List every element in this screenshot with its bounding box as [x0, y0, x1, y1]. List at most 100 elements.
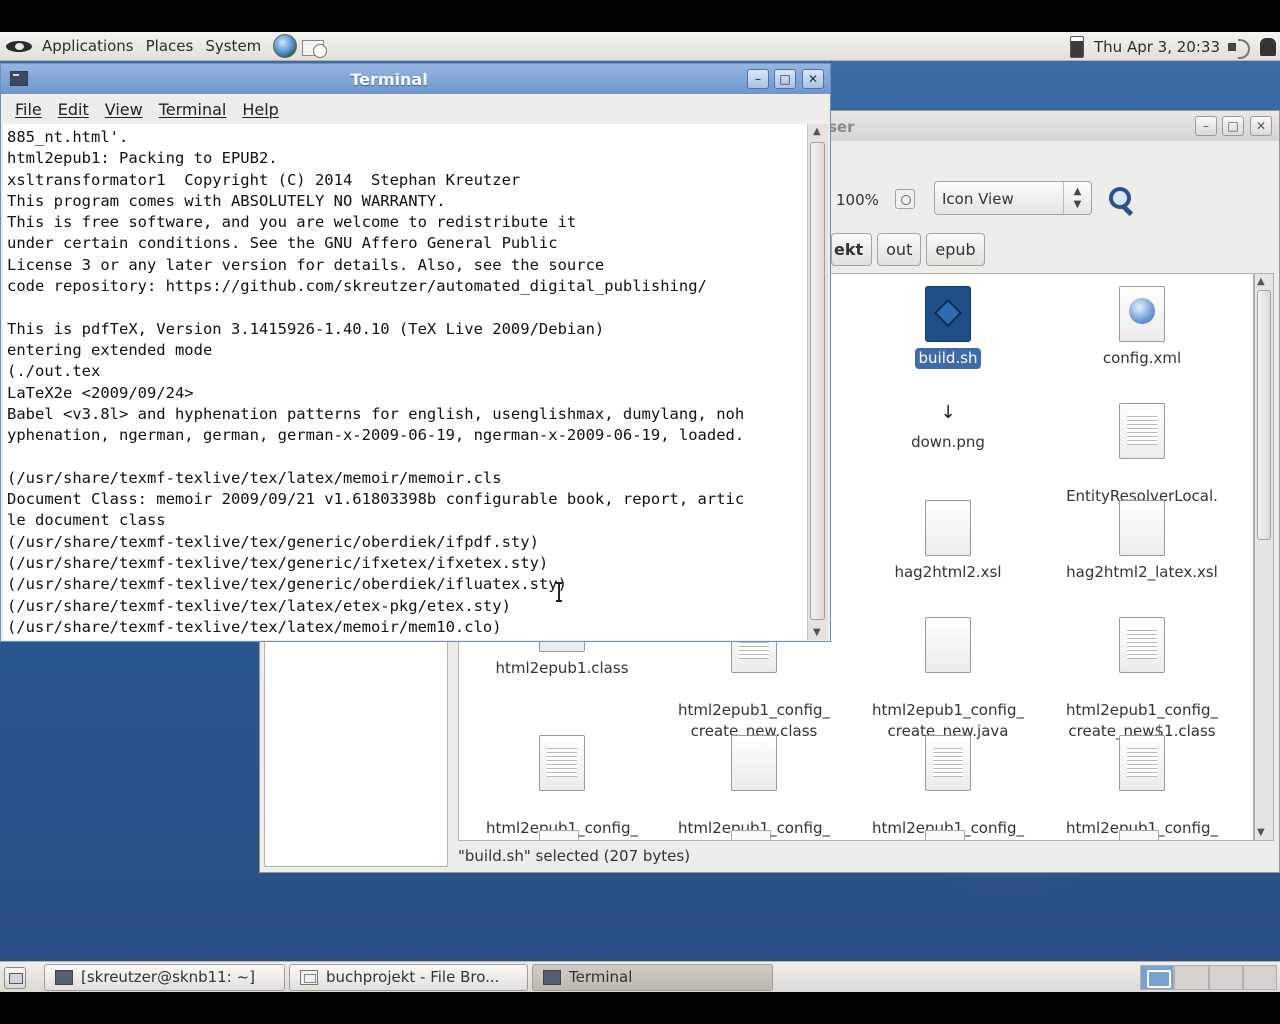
file-item-down-png[interactable]: ↓ down.png: [853, 382, 1043, 453]
chevron-up-down-icon: ▲ ▼: [1063, 182, 1091, 214]
minimize-button[interactable]: –: [747, 69, 769, 89]
terminal-output[interactable]: 885_nt.html'. html2epub1: Packing to EPU…: [3, 124, 807, 640]
minimize-button[interactable]: –: [1195, 116, 1217, 136]
menu-help[interactable]: Help: [234, 100, 286, 119]
battery-icon[interactable]: [1070, 35, 1085, 58]
java-file-icon: [731, 735, 777, 791]
scrollbar-thumb[interactable]: [810, 142, 825, 620]
java-file-icon: [925, 617, 971, 673]
taskbar-item-file-browser[interactable]: buchprojekt - File Bro...: [289, 964, 528, 991]
mail-client-launcher-icon[interactable]: [301, 35, 328, 58]
places-menu[interactable]: Places: [140, 32, 200, 61]
zoom-level: 100%: [836, 191, 879, 209]
terminal-line: This is pdfTeX, Version 3.1415926-1.40.1…: [7, 319, 605, 338]
bottom-panel: [skreutzer@sknb11: ~] buchprojekt - File…: [0, 961, 1280, 992]
file-item-label: html2epub1.class: [495, 659, 629, 677]
xsl-file-icon: [925, 500, 971, 556]
terminal-titlebar[interactable]: Terminal – □ ✕: [1, 64, 830, 94]
class-file-icon: [1119, 617, 1165, 673]
file-item-config-file-setup-java[interactable]: html2epub1_config_ file_setup.java: [659, 714, 849, 840]
class-file-icon: [1119, 735, 1165, 791]
terminal-icon: [543, 970, 561, 985]
class-file-icon: [539, 735, 585, 791]
file-item-hag2html2-xsl[interactable]: hag2html2.xsl: [853, 500, 1043, 583]
menu-edit[interactable]: Edit: [50, 100, 97, 119]
terminal-line: code repository: https://github.com/skre…: [7, 277, 707, 296]
scroll-down-arrow-icon[interactable]: ▼: [813, 627, 821, 638]
workspace-1[interactable]: [1140, 965, 1175, 990]
volume-icon[interactable]: [1226, 36, 1254, 59]
maximize-button[interactable]: □: [774, 69, 796, 89]
menu-terminal[interactable]: Terminal: [151, 100, 235, 119]
terminal-scrollbar[interactable]: ▲ ▼: [807, 124, 828, 640]
file-item-config-file-setup-1-class[interactable]: html2epub1_config_ file_setup$1.class: [853, 714, 1043, 840]
file-item-config-file-setup-class[interactable]: html2epub1_config_ file_setup.class: [467, 714, 657, 840]
top-panel: Applications Places System Thu Apr 3, 20…: [0, 32, 1280, 61]
arrow-down-icon: ↓: [940, 402, 956, 423]
breadcrumb-item-out[interactable]: out: [877, 233, 922, 266]
file-manager-icon: [300, 970, 318, 985]
terminal-line: LaTeX2e <2009/09/24>: [7, 383, 194, 402]
applications-menu[interactable]: Applications: [36, 32, 140, 61]
file-item-label: build.sh: [914, 348, 982, 369]
file-item-label: hag2html2_latex.xsl: [1066, 563, 1218, 581]
close-button[interactable]: ✕: [802, 69, 824, 89]
screen-border-bottom: [0, 992, 1280, 1024]
xsl-file-icon: [1119, 500, 1165, 556]
system-menu[interactable]: System: [199, 32, 267, 61]
search-icon[interactable]: [1106, 185, 1134, 213]
scroll-down-arrow-icon[interactable]: ▼: [1257, 827, 1265, 838]
file-item-config-file-setup-2-class[interactable]: html2epub1_config_ file_setup$2.class: [1047, 714, 1237, 840]
file-view-scrollbar[interactable]: ▲ ▼: [1254, 273, 1274, 841]
terminal-line: Babel <v3.8l> and hyphenation patterns f…: [7, 404, 745, 423]
terminal-line: This is free software, and you are welco…: [7, 213, 577, 232]
file-item-hag2html2-latex-xsl[interactable]: hag2html2_latex.xsl: [1047, 500, 1237, 583]
terminal-line: xsltransformator1 Copyright (C) 2014 Ste…: [7, 170, 521, 189]
view-mode-select[interactable]: Icon View ▲ ▼: [934, 181, 1092, 215]
menu-view[interactable]: View: [97, 100, 151, 119]
gnome-foot-icon[interactable]: [4, 39, 34, 53]
web-browser-launcher-icon[interactable]: [273, 34, 298, 58]
workspace-4[interactable]: [1242, 965, 1277, 990]
maximize-button[interactable]: □: [1222, 116, 1244, 136]
breadcrumb-item-epub[interactable]: epub: [926, 233, 985, 266]
scroll-up-arrow-icon[interactable]: ▲: [1257, 276, 1265, 287]
xml-file-icon: [1119, 286, 1165, 342]
terminal-line: le document class: [7, 511, 166, 530]
terminal-line: 885_nt.html'.: [7, 128, 129, 146]
terminal-line: (/usr/share/texmf-texlive/tex/generic/if…: [7, 553, 549, 572]
taskbar-item-terminal[interactable]: Terminal: [532, 964, 773, 991]
file-item-config-xml[interactable]: config.xml: [1047, 286, 1237, 369]
terminal-icon: [55, 970, 73, 985]
scrollbar-thumb[interactable]: [1257, 290, 1271, 540]
file-item-label: config.xml: [1102, 349, 1182, 367]
scroll-up-arrow-icon[interactable]: ▲: [813, 126, 821, 137]
terminal-line: Document Class: memoir 2009/09/21 v1.618…: [7, 490, 745, 509]
taskbar-item-terminal-home[interactable]: [skreutzer@sknb11: ~]: [44, 964, 285, 991]
zoom-reset-button[interactable]: [895, 189, 915, 209]
file-icon-partial: [539, 830, 579, 840]
file-icon-partial: [731, 830, 771, 840]
file-browser-side-pane[interactable]: [264, 641, 448, 867]
clock[interactable]: Thu Apr 3, 20:33: [1094, 38, 1220, 56]
taskbar-item-label: buchprojekt - File Bro...: [326, 968, 500, 986]
text-cursor-icon: [556, 582, 562, 602]
status-bar: "build.sh" selected (207 bytes): [458, 847, 691, 865]
breadcrumb-item-buchprojekt[interactable]: ekt: [831, 233, 873, 266]
taskbar-item-label: [skreutzer@sknb11: ~]: [81, 968, 255, 986]
user-switcher-icon[interactable]: [1260, 37, 1276, 56]
file-item-label: down.png: [911, 433, 985, 451]
file-item-build-sh[interactable]: build.sh: [853, 286, 1043, 369]
menu-file[interactable]: File: [7, 100, 50, 119]
file-icon-partial: [925, 830, 965, 840]
terminal-window: Terminal – □ ✕ File Edit View Terminal H…: [0, 63, 831, 642]
file-browser-title: ser: [828, 118, 855, 136]
terminal-line: (/usr/share/texmf-texlive/tex/latex/etex…: [7, 596, 511, 615]
terminal-line: (/usr/share/texmf-texlive/tex/generic/ob…: [7, 532, 539, 551]
show-desktop-button[interactable]: [4, 967, 26, 989]
close-button[interactable]: ✕: [1250, 116, 1272, 136]
workspace-3[interactable]: [1208, 965, 1243, 990]
workspace-switcher: [1140, 965, 1277, 990]
workspace-2[interactable]: [1174, 965, 1209, 990]
